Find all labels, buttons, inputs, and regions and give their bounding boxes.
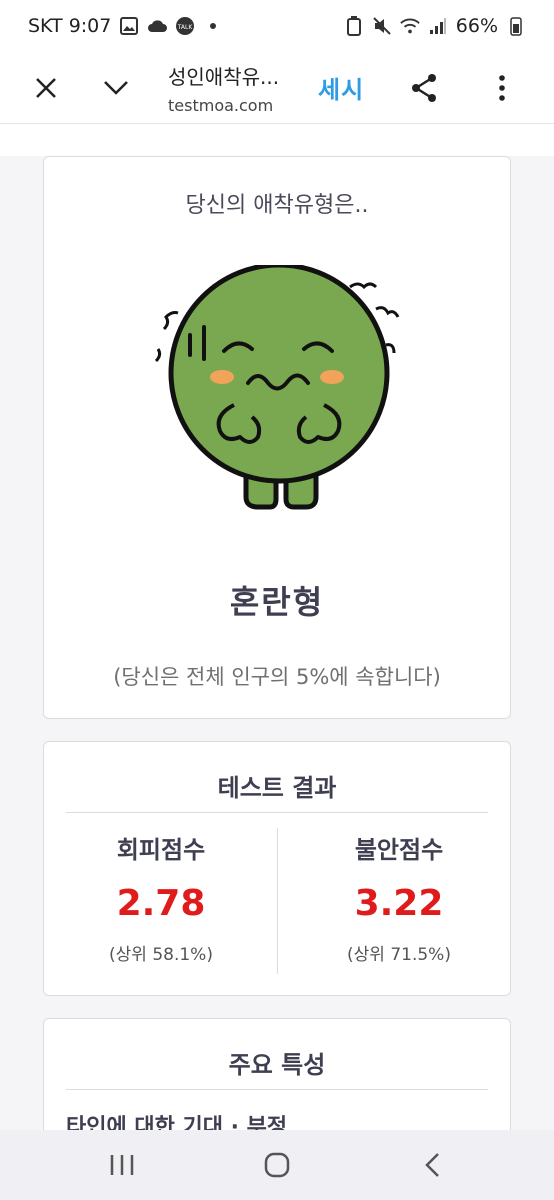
test-result-card: 테스트 결과 회피점수 2.78 (상위 58.1%) 불안점수 3.22 (상… bbox=[43, 741, 511, 996]
anxiety-value: 3.22 bbox=[354, 883, 444, 924]
anxiety-label: 불안점수 bbox=[354, 836, 444, 864]
avoidance-rank: (상위 58.1%) bbox=[109, 945, 213, 965]
avoidance-value: 2.78 bbox=[116, 883, 206, 924]
dot-icon bbox=[203, 16, 223, 36]
battery-saver-icon bbox=[344, 16, 364, 36]
recent-apps-button[interactable] bbox=[92, 1135, 152, 1195]
back-icon bbox=[425, 1153, 439, 1177]
key-traits-title: 주요 특성 bbox=[228, 1051, 326, 1079]
avoidance-label: 회피점수 bbox=[116, 836, 206, 864]
browser-toolbar: 성인애착유... testmoa.com 세시 bbox=[0, 52, 554, 124]
talk-badge-text: TALK bbox=[177, 24, 194, 31]
url-area[interactable]: 성인애착유... testmoa.com bbox=[168, 61, 298, 115]
close-icon bbox=[36, 77, 56, 98]
score-divider bbox=[277, 828, 278, 974]
share-icon bbox=[412, 73, 437, 102]
more-vertical-icon bbox=[499, 74, 505, 101]
recent-apps-icon bbox=[110, 1155, 134, 1175]
carrier-time: SKT 9:07 bbox=[28, 15, 112, 37]
system-navigation-bar bbox=[0, 1130, 554, 1200]
battery-percent: 66% bbox=[455, 15, 498, 37]
attachment-type-name: 혼란형 bbox=[229, 583, 325, 621]
page-top-spacer bbox=[0, 124, 554, 156]
page-domain: testmoa.com bbox=[168, 95, 274, 115]
anxiety-rank: (상위 71.5%) bbox=[347, 945, 451, 965]
page-title: 성인애착유... bbox=[168, 64, 280, 89]
status-bar: SKT 9:07 TALK 66% bbox=[0, 0, 554, 52]
share-button[interactable] bbox=[396, 60, 452, 116]
result-subtitle: 당신의 애착유형은.. bbox=[185, 193, 369, 218]
gallery-icon bbox=[119, 16, 139, 36]
sesi-button[interactable]: 세시 bbox=[318, 70, 364, 105]
mute-icon bbox=[372, 16, 392, 36]
collapse-button[interactable] bbox=[88, 60, 144, 116]
more-options-button[interactable] bbox=[474, 60, 530, 116]
population-note: (당신은 전체 인구의 5%에 속합니다) bbox=[113, 665, 441, 689]
anxiety-score: 불안점수 3.22 (상위 71.5%) bbox=[294, 830, 504, 965]
home-button[interactable] bbox=[247, 1135, 307, 1195]
battery-icon bbox=[506, 16, 526, 36]
home-icon bbox=[264, 1152, 290, 1178]
cloud-icon bbox=[147, 16, 168, 36]
divider bbox=[66, 1089, 488, 1090]
character-illustration bbox=[154, 262, 404, 515]
chevron-down-icon bbox=[104, 80, 128, 95]
talk-icon: TALK bbox=[175, 16, 195, 36]
avoidance-score: 회피점수 2.78 (상위 58.1%) bbox=[56, 830, 266, 965]
test-result-title: 테스트 결과 bbox=[217, 774, 337, 802]
wifi-icon bbox=[400, 16, 420, 36]
signal-icon bbox=[428, 16, 448, 36]
divider bbox=[66, 812, 488, 813]
back-button[interactable] bbox=[402, 1135, 462, 1195]
result-card: 당신의 애착유형은.. 혼란형 (당신은 전체 인구의 5%에 속합니다) bbox=[43, 156, 511, 719]
close-button[interactable] bbox=[18, 60, 74, 116]
